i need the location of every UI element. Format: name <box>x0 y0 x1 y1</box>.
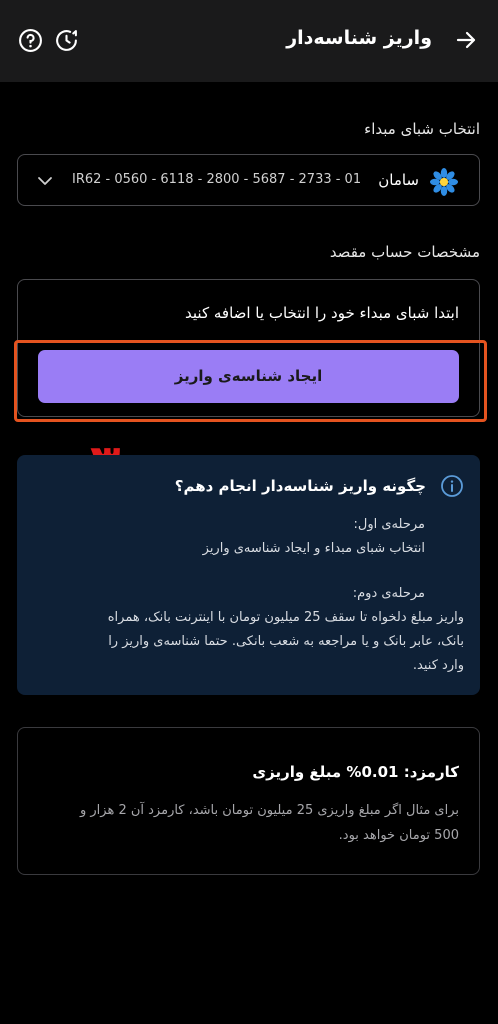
arrow-right-icon[interactable] <box>454 28 478 52</box>
chevron-down-icon[interactable] <box>36 172 54 190</box>
bank-name: سامان <box>378 171 419 189</box>
source-iban-select[interactable]: سامان IR62 - 0560 - 6118 - 2800 - 5687 -… <box>17 154 480 206</box>
step2-text-line2: بانک، عابر بانک و یا مراجعه به شعب بانکی… <box>108 634 464 649</box>
how-to-info-card: چگونه واریز شناسه‌دار انجام دهم؟ مرحله‌ی… <box>17 455 480 695</box>
saman-bank-logo-icon <box>430 168 458 196</box>
source-iban-label: انتخاب شبای مبداء <box>364 120 480 138</box>
app-header: واریز شناسه‌دار <box>0 0 498 82</box>
iban-value: IR62 - 0560 - 6118 - 2800 - 5687 - 2733 … <box>72 172 362 187</box>
destination-hint: ابتدا شبای مبداء خود را انتخاب یا اضافه … <box>185 304 459 322</box>
info-title: چگونه واریز شناسه‌دار انجام دهم؟ <box>174 477 426 495</box>
fee-description-line1: برای مثال اگر مبلغ واریزی 25 میلیون توما… <box>79 803 459 818</box>
create-deposit-id-button[interactable]: ایجاد شناسه‌ی واریز <box>38 350 459 403</box>
fee-title: کارمزد: 0.01% مبلغ واریزی <box>252 763 459 781</box>
page-title: واریز شناسه‌دار <box>286 27 432 49</box>
step2-text-line1: واریز مبلغ دلخواه تا سقف 25 میلیون تومان… <box>107 610 464 625</box>
step2-text-line3: وارد کنید. <box>412 658 464 673</box>
fee-description: برای مثال اگر مبلغ واریزی 25 میلیون توما… <box>38 798 459 848</box>
step1-text: انتخاب شبای مبداء و ایجاد شناسه‌ی واریز <box>202 541 425 556</box>
info-circle-icon <box>441 475 463 497</box>
step1-title: مرحله‌ی اول: <box>353 517 425 532</box>
fee-card: کارمزد: 0.01% مبلغ واریزی برای مثال اگر … <box>17 727 480 875</box>
question-circle-icon[interactable] <box>18 28 43 53</box>
history-clock-icon[interactable] <box>54 28 79 53</box>
destination-label: مشخصات حساب مقصد <box>329 243 480 261</box>
fee-description-line2: 500 تومان خواهد بود. <box>338 828 459 843</box>
step2-title: مرحله‌ی دوم: <box>352 586 425 601</box>
